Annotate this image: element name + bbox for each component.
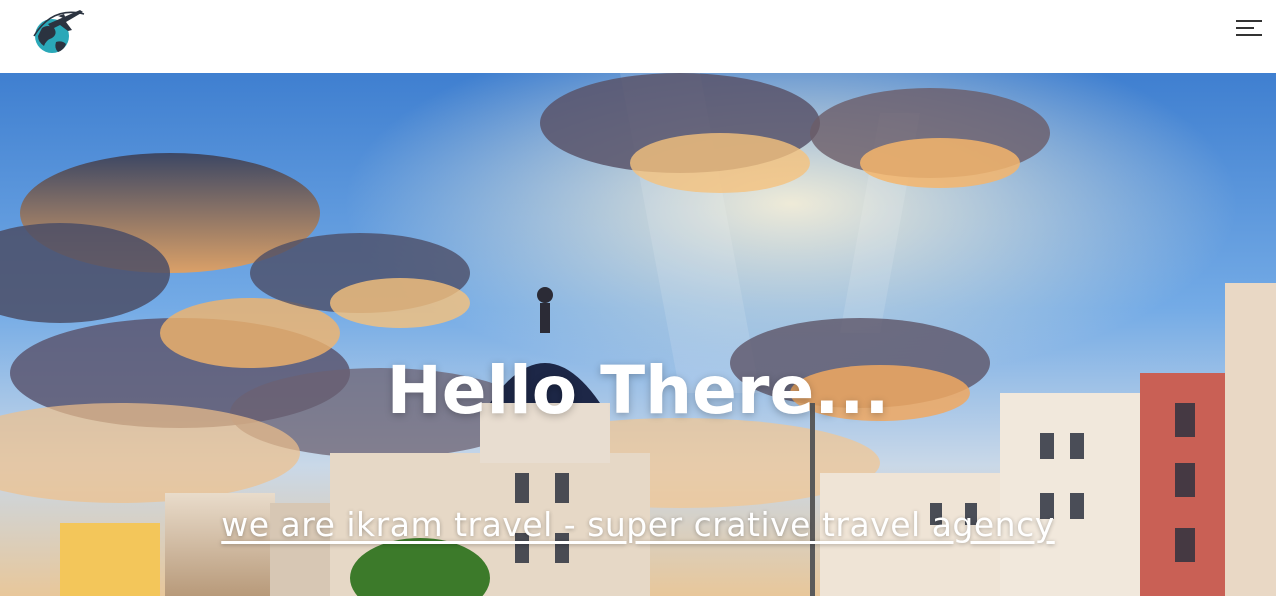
site-header	[0, 0, 1276, 73]
logo-link[interactable]	[28, 6, 86, 58]
hero-subtitle-link[interactable]: we are ikram travel - super crative trav…	[221, 505, 1055, 544]
airplane-globe-logo-icon	[33, 10, 85, 53]
hamburger-menu-icon	[1236, 20, 1262, 36]
hero-title: Hello There...	[386, 352, 890, 429]
menu-toggle-button[interactable]	[1228, 14, 1266, 42]
hero-subtitle: we are ikram travel - super crative trav…	[0, 505, 1276, 544]
hero-section: Hello There... we are ikram travel - sup…	[0, 73, 1276, 596]
